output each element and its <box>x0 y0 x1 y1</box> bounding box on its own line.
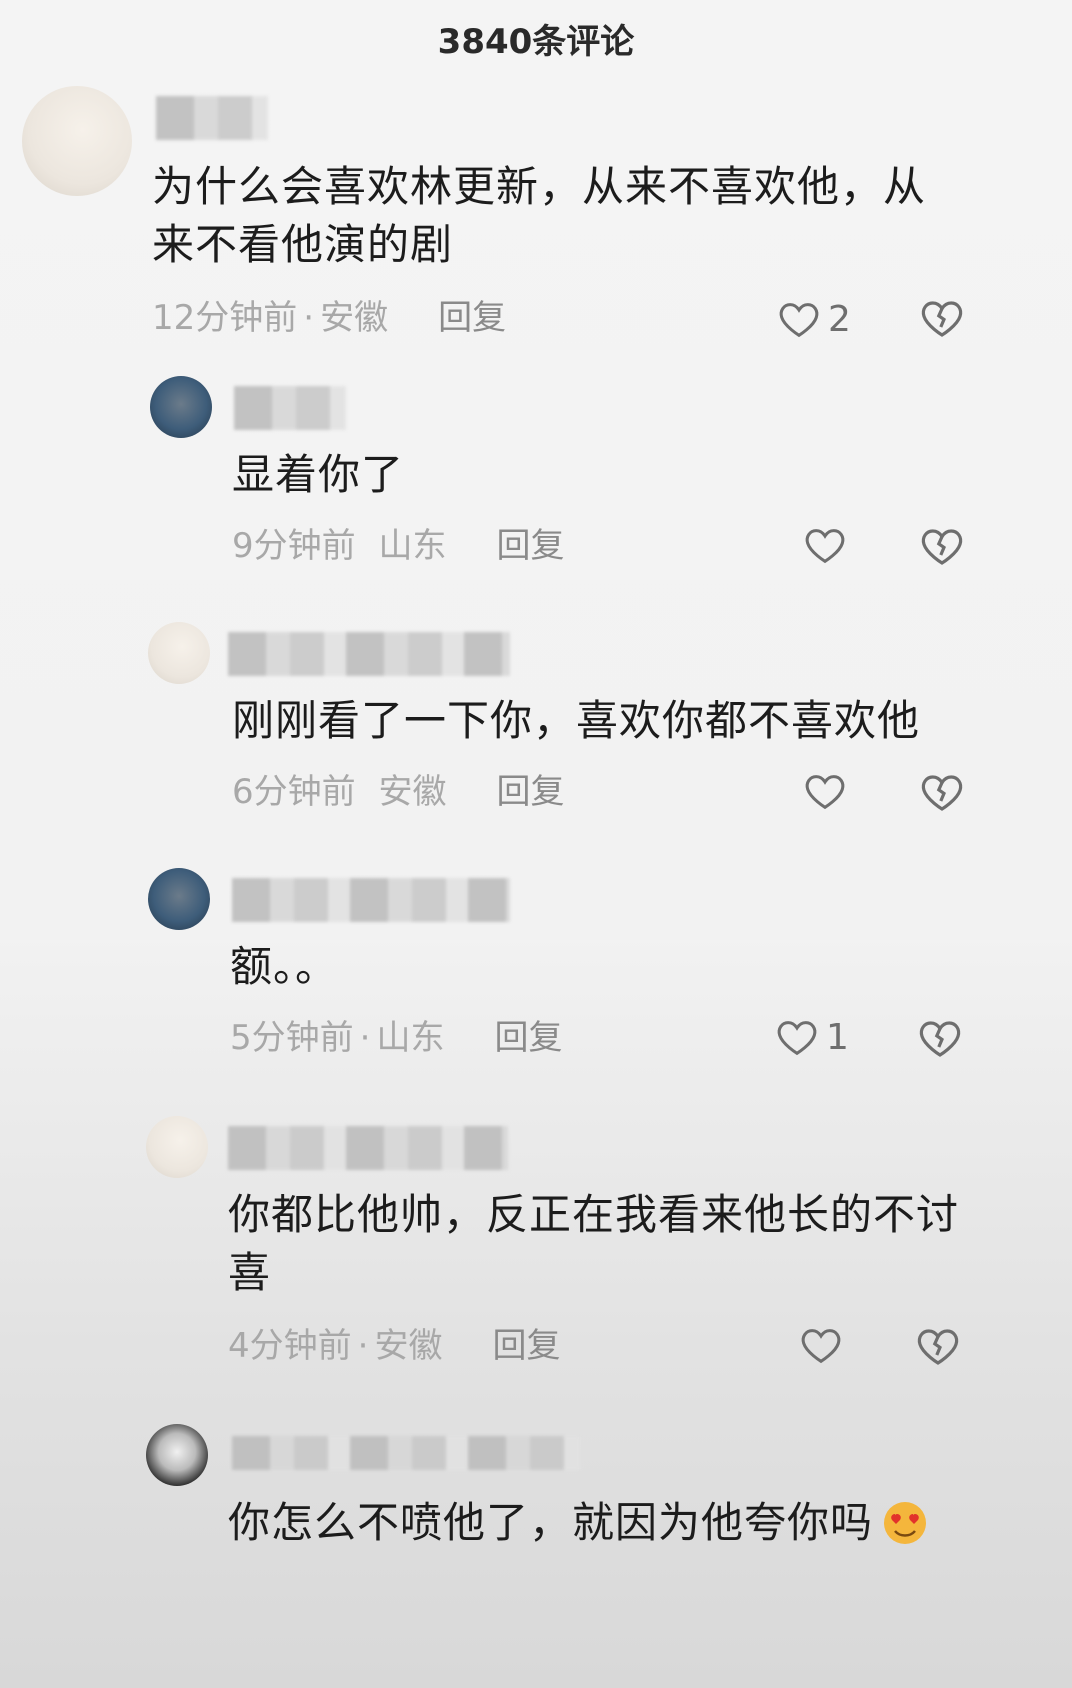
avatar[interactable] <box>150 376 212 438</box>
comment-text: 额。。 <box>230 942 339 991</box>
heart-outline-icon <box>779 303 819 338</box>
comment-time: 6分钟前 <box>232 772 356 812</box>
like-count: 2 <box>828 298 851 340</box>
reply-button[interactable]: 回复 <box>492 1326 560 1366</box>
avatar[interactable] <box>148 868 210 930</box>
like-button[interactable]: 1 <box>774 1012 849 1062</box>
username-blurred[interactable] <box>228 632 510 676</box>
comment-location: 安徽 <box>374 1326 443 1366</box>
comment-location: 山东 <box>376 1018 445 1058</box>
username-blurred[interactable] <box>234 386 346 430</box>
broken-heart-outline-icon[interactable] <box>918 294 966 342</box>
broken-heart-outline-icon[interactable] <box>918 768 966 816</box>
like-count: 1 <box>826 1016 849 1058</box>
comment-text: 刚刚看了一下你，喜欢你都不喜欢他 <box>232 696 921 745</box>
like-button[interactable]: 2 <box>776 294 851 344</box>
avatar[interactable] <box>146 1116 208 1178</box>
reply-button[interactable]: 回复 <box>496 526 564 566</box>
comment-meta: 12分钟前 · 安徽 回复 <box>152 298 507 338</box>
username-blurred[interactable] <box>156 96 268 140</box>
comment-time: 4分钟前 <box>228 1326 352 1366</box>
username-blurred[interactable] <box>232 878 510 922</box>
reply-button[interactable]: 回复 <box>496 772 564 812</box>
comment-meta: 6分钟前 安徽 回复 <box>232 770 564 814</box>
username-blurred[interactable] <box>228 1126 508 1170</box>
like-button[interactable] <box>798 1320 850 1370</box>
comment-text: 你都比他帅，反正在我看来他长的不讨 喜 <box>228 1190 960 1297</box>
comment-location: 安徽 <box>378 772 447 812</box>
comment-meta: 5分钟前 · 山东 回复 <box>230 1018 563 1058</box>
like-button[interactable] <box>802 520 854 570</box>
comment-time: 12分钟前 <box>152 298 298 338</box>
like-button[interactable] <box>802 766 854 816</box>
broken-heart-outline-icon[interactable] <box>916 1014 964 1062</box>
comment-meta: 4分钟前 · 安徽 回复 <box>228 1326 561 1366</box>
avatar[interactable] <box>22 86 132 196</box>
comment-text: 显着你了 <box>232 450 405 499</box>
heart-eyes-emoji-icon <box>884 1502 926 1544</box>
comment-meta: 9分钟前 山东 回复 <box>232 524 564 568</box>
avatar[interactable] <box>146 1424 208 1486</box>
heart-outline-icon <box>805 775 845 810</box>
heart-outline-icon <box>805 529 845 564</box>
heart-outline-icon <box>801 1329 841 1364</box>
reply-button[interactable]: 回复 <box>438 298 506 338</box>
comment-location: 山东 <box>378 526 447 566</box>
reply-button[interactable]: 回复 <box>494 1018 562 1058</box>
heart-outline-icon <box>777 1021 817 1056</box>
comment-time: 5分钟前 <box>230 1018 354 1058</box>
username-blurred[interactable] <box>232 1436 580 1470</box>
comment-count-title: 3840条评论 <box>437 22 635 62</box>
comment-time: 9分钟前 <box>232 526 356 566</box>
broken-heart-outline-icon[interactable] <box>914 1322 962 1370</box>
comment-text: 你怎么不喷他了，就因为他夸你吗 <box>228 1498 874 1547</box>
avatar[interactable] <box>148 622 210 684</box>
broken-heart-outline-icon[interactable] <box>918 522 966 570</box>
comment-location: 安徽 <box>320 298 389 338</box>
comment-text: 为什么会喜欢林更新，从来不喜欢他，从 来不看他演的剧 <box>152 162 927 269</box>
